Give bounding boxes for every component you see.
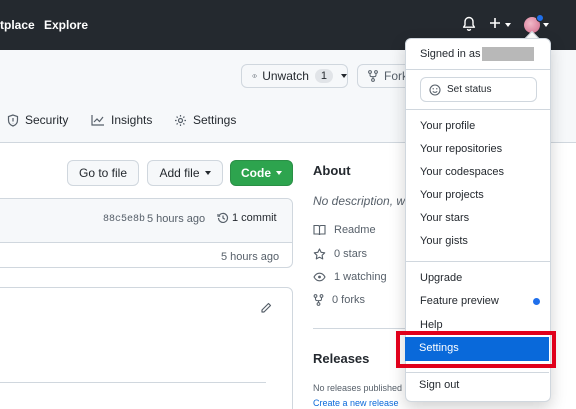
readme-panel xyxy=(0,287,293,409)
go-to-file-label: Go to file xyxy=(78,166,128,180)
dropdown-separator xyxy=(405,372,549,373)
code-label: Code xyxy=(241,166,271,180)
dropdown-separator xyxy=(406,109,550,110)
fork-icon xyxy=(313,294,324,306)
menu-help[interactable]: Help xyxy=(420,319,443,331)
plus-icon[interactable] xyxy=(489,17,501,32)
stars-link[interactable]: 0 stars xyxy=(313,248,367,260)
book-icon xyxy=(313,224,326,236)
pencil-icon[interactable] xyxy=(260,302,272,317)
dropdown-separator xyxy=(406,69,550,70)
menu-your-stars[interactable]: Your stars xyxy=(420,212,469,224)
unwatch-count: 1 xyxy=(314,69,333,83)
readme-link[interactable]: Readme xyxy=(313,224,376,236)
code-button[interactable]: Code xyxy=(230,160,293,186)
graph-icon xyxy=(91,115,104,126)
menu-your-codespaces[interactable]: Your codespaces xyxy=(420,166,504,178)
readme-divider xyxy=(0,382,266,383)
menu-feature-preview[interactable]: Feature preview xyxy=(420,295,499,307)
chevron-down-icon xyxy=(204,171,211,175)
add-file-label: Add file xyxy=(159,166,200,180)
signed-in-as-label: Signed in as xyxy=(420,48,481,60)
new-feature-dot-icon xyxy=(533,298,540,305)
tab-security[interactable]: Security xyxy=(7,113,68,127)
watching-link[interactable]: 1 watching xyxy=(313,271,387,283)
readme-label: Readme xyxy=(334,224,376,236)
avatar-caret-icon xyxy=(543,23,549,27)
tab-security-label: Security xyxy=(25,113,69,127)
eye-icon xyxy=(313,272,326,282)
set-status-button[interactable]: Set status xyxy=(420,77,537,102)
bell-icon[interactable] xyxy=(462,16,476,35)
shield-icon xyxy=(7,113,19,127)
add-file-button[interactable]: Add file xyxy=(147,160,223,186)
smiley-icon xyxy=(429,83,441,96)
commit-count: 1 commit xyxy=(232,212,277,224)
menu-upgrade[interactable]: Upgrade xyxy=(420,272,462,284)
file-row-time: 5 hours ago xyxy=(221,251,280,263)
annotation-highlight-box xyxy=(396,331,556,368)
gear-icon xyxy=(175,114,186,126)
about-divider xyxy=(313,328,413,329)
star-icon xyxy=(313,248,326,260)
nav-marketplace[interactable]: tplace xyxy=(0,18,35,32)
tab-insights-label: Insights xyxy=(111,113,153,127)
commit-sha[interactable]: 88c5e8b xyxy=(103,214,145,225)
menu-your-repositories[interactable]: Your repositories xyxy=(420,143,502,155)
forks-label: 0 forks xyxy=(332,294,366,306)
dropdown-separator xyxy=(406,261,550,262)
fork-icon xyxy=(368,70,378,82)
menu-your-profile[interactable]: Your profile xyxy=(420,120,475,132)
plus-caret-icon xyxy=(505,23,511,27)
stars-label: 0 stars xyxy=(334,248,368,260)
chevron-down-icon xyxy=(341,74,347,78)
nav-explore[interactable]: Explore xyxy=(44,18,88,32)
releases-text: No releases published xyxy=(313,383,403,393)
tab-settings-label: Settings xyxy=(193,113,237,127)
unwatch-label: Unwatch xyxy=(262,69,309,83)
unwatch-button[interactable]: Unwatch 1 xyxy=(241,64,348,88)
forks-link[interactable]: 0 forks xyxy=(313,294,365,306)
status-dot-icon xyxy=(536,14,544,22)
commit-count-link[interactable]: 1 commit xyxy=(217,212,277,224)
set-status-label: Set status xyxy=(447,84,492,95)
tab-settings[interactable]: Settings xyxy=(174,113,236,127)
menu-sign-out[interactable]: Sign out xyxy=(419,379,459,391)
eye-icon xyxy=(252,74,258,78)
username-redacted xyxy=(482,47,534,61)
chevron-down-icon xyxy=(276,171,282,175)
history-icon xyxy=(217,212,229,224)
watching-label: 1 watching xyxy=(334,271,387,283)
about-description: No description, w xyxy=(313,194,406,208)
menu-your-gists[interactable]: Your gists xyxy=(420,235,468,247)
create-release-link[interactable]: Create a new release xyxy=(313,398,399,408)
commit-time: 5 hours ago xyxy=(147,213,206,225)
releases-title: Releases xyxy=(313,351,370,366)
about-title: About xyxy=(313,163,351,178)
menu-your-projects[interactable]: Your projects xyxy=(420,189,484,201)
tab-insights[interactable]: Insights xyxy=(91,113,152,127)
go-to-file-button[interactable]: Go to file xyxy=(67,160,139,186)
